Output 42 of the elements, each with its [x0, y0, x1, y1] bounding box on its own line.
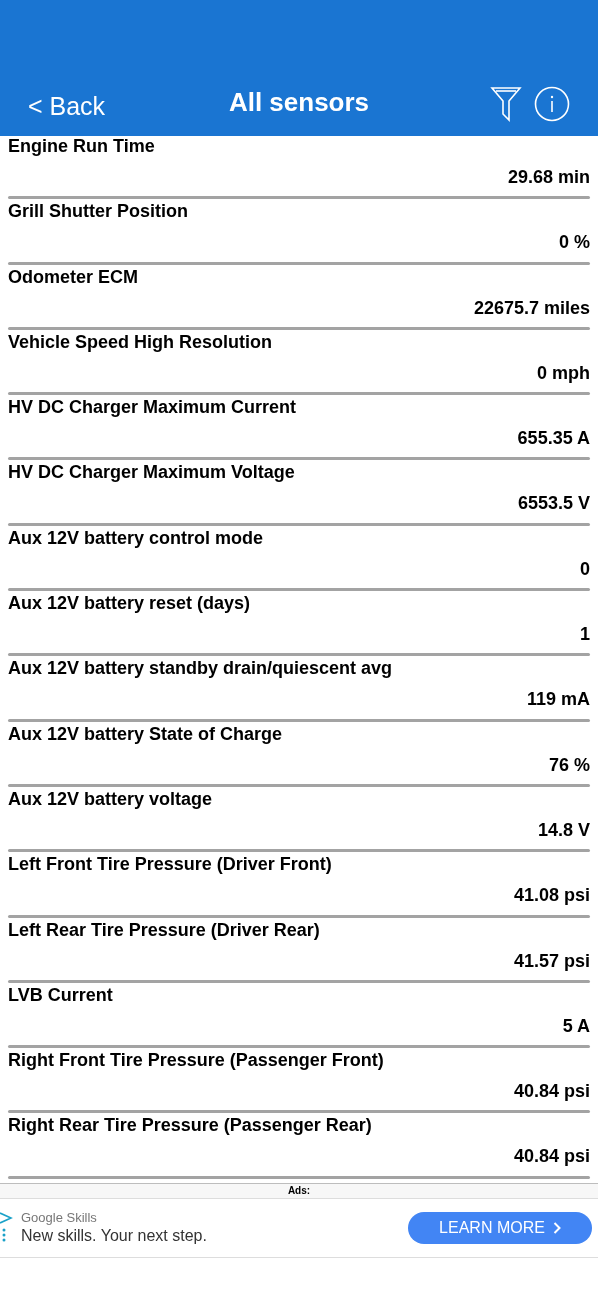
chevron-right-icon: [552, 1221, 561, 1234]
ads-label: Ads:: [287, 1183, 311, 1198]
sensor-name: Aux 12V battery State of Charge: [7, 723, 284, 744]
sensor-name: HV DC Charger Maximum Current: [7, 397, 298, 418]
sensor-name: Grill Shutter Position: [7, 201, 189, 222]
sensor-value: 40.84 psi: [512, 1146, 591, 1167]
filter-icon[interactable]: [490, 86, 522, 122]
sensor-value: 14.8 V: [536, 819, 591, 840]
ad-banner[interactable]: Google Skills New skills. Your next step. LEARN MORE: [0, 1197, 598, 1258]
sensor-name: Right Rear Tire Pressure (Passenger Rear): [7, 1115, 373, 1136]
ad-advertiser: Google Skills: [21, 1209, 98, 1226]
sensor-value: 119 mA: [525, 689, 591, 710]
sensor-name: Aux 12V battery voltage: [7, 788, 214, 809]
sensor-name: Right Front Tire Pressure (Passenger Front): [7, 1050, 385, 1071]
info-icon[interactable]: [534, 86, 570, 122]
learn-more-button[interactable]: LEARN MORE: [408, 1211, 592, 1244]
sensor-value: 41.08 psi: [512, 885, 591, 906]
sensor-value: 5 A: [561, 1015, 591, 1036]
sensor-value: 40.84 psi: [512, 1081, 591, 1102]
ad-headline: New skills. Your next step.: [21, 1225, 207, 1246]
sensor-name: HV DC Charger Maximum Voltage: [7, 462, 296, 483]
sensor-value: 41.57 psi: [512, 950, 591, 971]
sensor-value: 655.35 A: [516, 428, 591, 449]
sensor-value: 1: [579, 624, 591, 645]
sensor-value: 22675.7 miles: [472, 297, 591, 318]
sensor-value: 0 mph: [536, 362, 591, 383]
sensor-name: Vehicle Speed High Resolution: [7, 331, 274, 352]
sensor-name: Left Rear Tire Pressure (Driver Rear): [7, 919, 321, 940]
back-button[interactable]: < Back: [28, 88, 106, 124]
sensor-name: Aux 12V battery reset (days): [7, 593, 252, 614]
sensor-value: 6553.5 V: [516, 493, 591, 514]
screen-title: All sensors: [228, 86, 370, 119]
sensor-value: 29.68 min: [506, 167, 591, 187]
sensor-name: Aux 12V battery standby drain/quiescent avg: [7, 658, 394, 679]
sensor-name: Engine Run Time: [7, 136, 156, 156]
sensor-value: 0: [579, 558, 591, 579]
sensor-value: 76 %: [547, 754, 591, 775]
sensor-name: Odometer ECM: [7, 266, 140, 287]
sensor-name: Left Front Tire Pressure (Driver Front): [7, 854, 333, 875]
sensor-value: 0 %: [557, 232, 591, 253]
sensor-name: Aux 12V battery control mode: [7, 527, 265, 548]
sensor-name: LVB Current: [7, 984, 114, 1005]
